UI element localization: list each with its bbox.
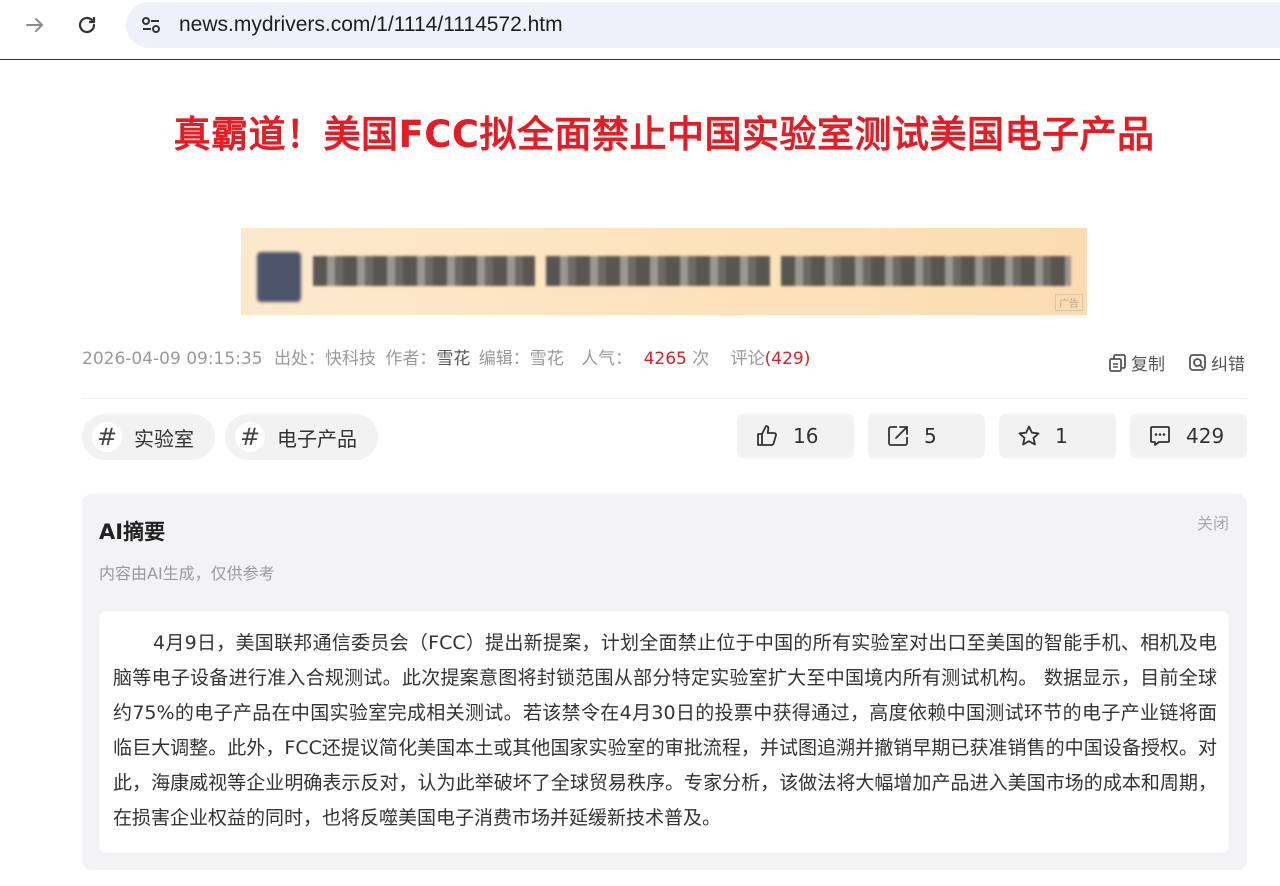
- hash-icon: #: [92, 422, 122, 452]
- address-bar[interactable]: news.mydrivers.com/1/1114/1114572.htm: [126, 2, 1280, 48]
- comment-label[interactable]: 评论: [731, 349, 765, 369]
- comment-icon: [1150, 426, 1170, 446]
- copy-button[interactable]: 复制: [1108, 350, 1165, 375]
- ad-logo: [257, 252, 301, 302]
- favorite-button[interactable]: 1: [999, 414, 1116, 458]
- divider: [82, 398, 1247, 399]
- report-icon: [1189, 353, 1206, 371]
- site-info-button[interactable]: [138, 12, 164, 38]
- browser-toolbar: news.mydrivers.com/1/1114/1114572.htm: [0, 0, 1280, 60]
- site-settings-icon: [142, 17, 160, 33]
- ad-text-blur: [546, 256, 770, 286]
- share-icon: [888, 426, 908, 446]
- comment-count[interactable]: (429): [765, 349, 811, 369]
- ai-summary-text: 4月9日，美国联邦通信委员会（FCC）提出新提案，计划全面禁止位于中国的所有实验…: [113, 632, 1217, 829]
- ai-summary-title: AI摘要: [99, 520, 166, 544]
- share-button[interactable]: 5: [868, 414, 985, 458]
- reload-button[interactable]: [74, 12, 100, 38]
- share-count: 5: [924, 424, 937, 448]
- author-label: 作者：: [385, 349, 437, 369]
- copy-label: 复制: [1131, 355, 1165, 375]
- article-title: 真霸道！美国FCC拟全面禁止中国实验室测试美国电子产品: [173, 113, 1155, 156]
- tag-label: 电子产品: [277, 426, 357, 451]
- ai-summary-body: 4月9日，美国联邦通信委员会（FCC）提出新提案，计划全面禁止位于中国的所有实验…: [99, 611, 1229, 853]
- copy-icon: [1109, 353, 1126, 372]
- ad-label: 广告: [1055, 294, 1083, 311]
- article-meta: 2026-04-09 09:15:35 出处：快科技 作者：雪花 编辑：雪花 人…: [82, 347, 810, 371]
- source: 出处：快科技: [273, 349, 376, 369]
- editor: 编辑：雪花: [478, 349, 564, 369]
- popularity-label: 人气：: [581, 349, 633, 369]
- report-error-button[interactable]: 纠错: [1188, 350, 1245, 375]
- comment-button[interactable]: 429: [1130, 414, 1247, 458]
- tag-electronics[interactable]: # 电子产品: [225, 414, 378, 460]
- popularity-count: 4265: [643, 349, 687, 369]
- like-count: 16: [793, 424, 819, 448]
- comment-count: 429: [1186, 424, 1225, 448]
- reload-icon: [78, 16, 96, 34]
- ai-summary-close-button[interactable]: 关闭: [1197, 510, 1229, 534]
- star-icon: [1018, 425, 1040, 446]
- favorite-count: 1: [1055, 424, 1068, 448]
- hash-icon: #: [235, 422, 265, 452]
- ai-summary-disclaimer: 内容由AI生成，仅供参考: [99, 564, 275, 583]
- arrow-right-icon: [26, 18, 43, 32]
- tag-label: 实验室: [134, 426, 194, 451]
- forward-button[interactable]: [22, 12, 48, 38]
- ad-banner[interactable]: 广告: [241, 228, 1087, 315]
- ad-text-blur: [781, 256, 1071, 286]
- tag-laboratory[interactable]: # 实验室: [82, 414, 215, 460]
- report-label: 纠错: [1211, 355, 1245, 375]
- publish-datetime: 2026-04-09 09:15:35: [82, 349, 263, 369]
- ad-text-blur: [313, 256, 535, 286]
- author-name[interactable]: 雪花: [436, 349, 470, 369]
- ai-summary-panel: AI摘要 内容由AI生成，仅供参考 关闭 4月9日，美国联邦通信委员会（FCC）…: [82, 494, 1247, 870]
- popularity-unit: 次: [692, 349, 710, 369]
- url-text[interactable]: news.mydrivers.com/1/1114/1114572.htm: [179, 12, 563, 38]
- like-button[interactable]: 16: [737, 414, 854, 458]
- thumbs-up-icon: [757, 425, 777, 446]
